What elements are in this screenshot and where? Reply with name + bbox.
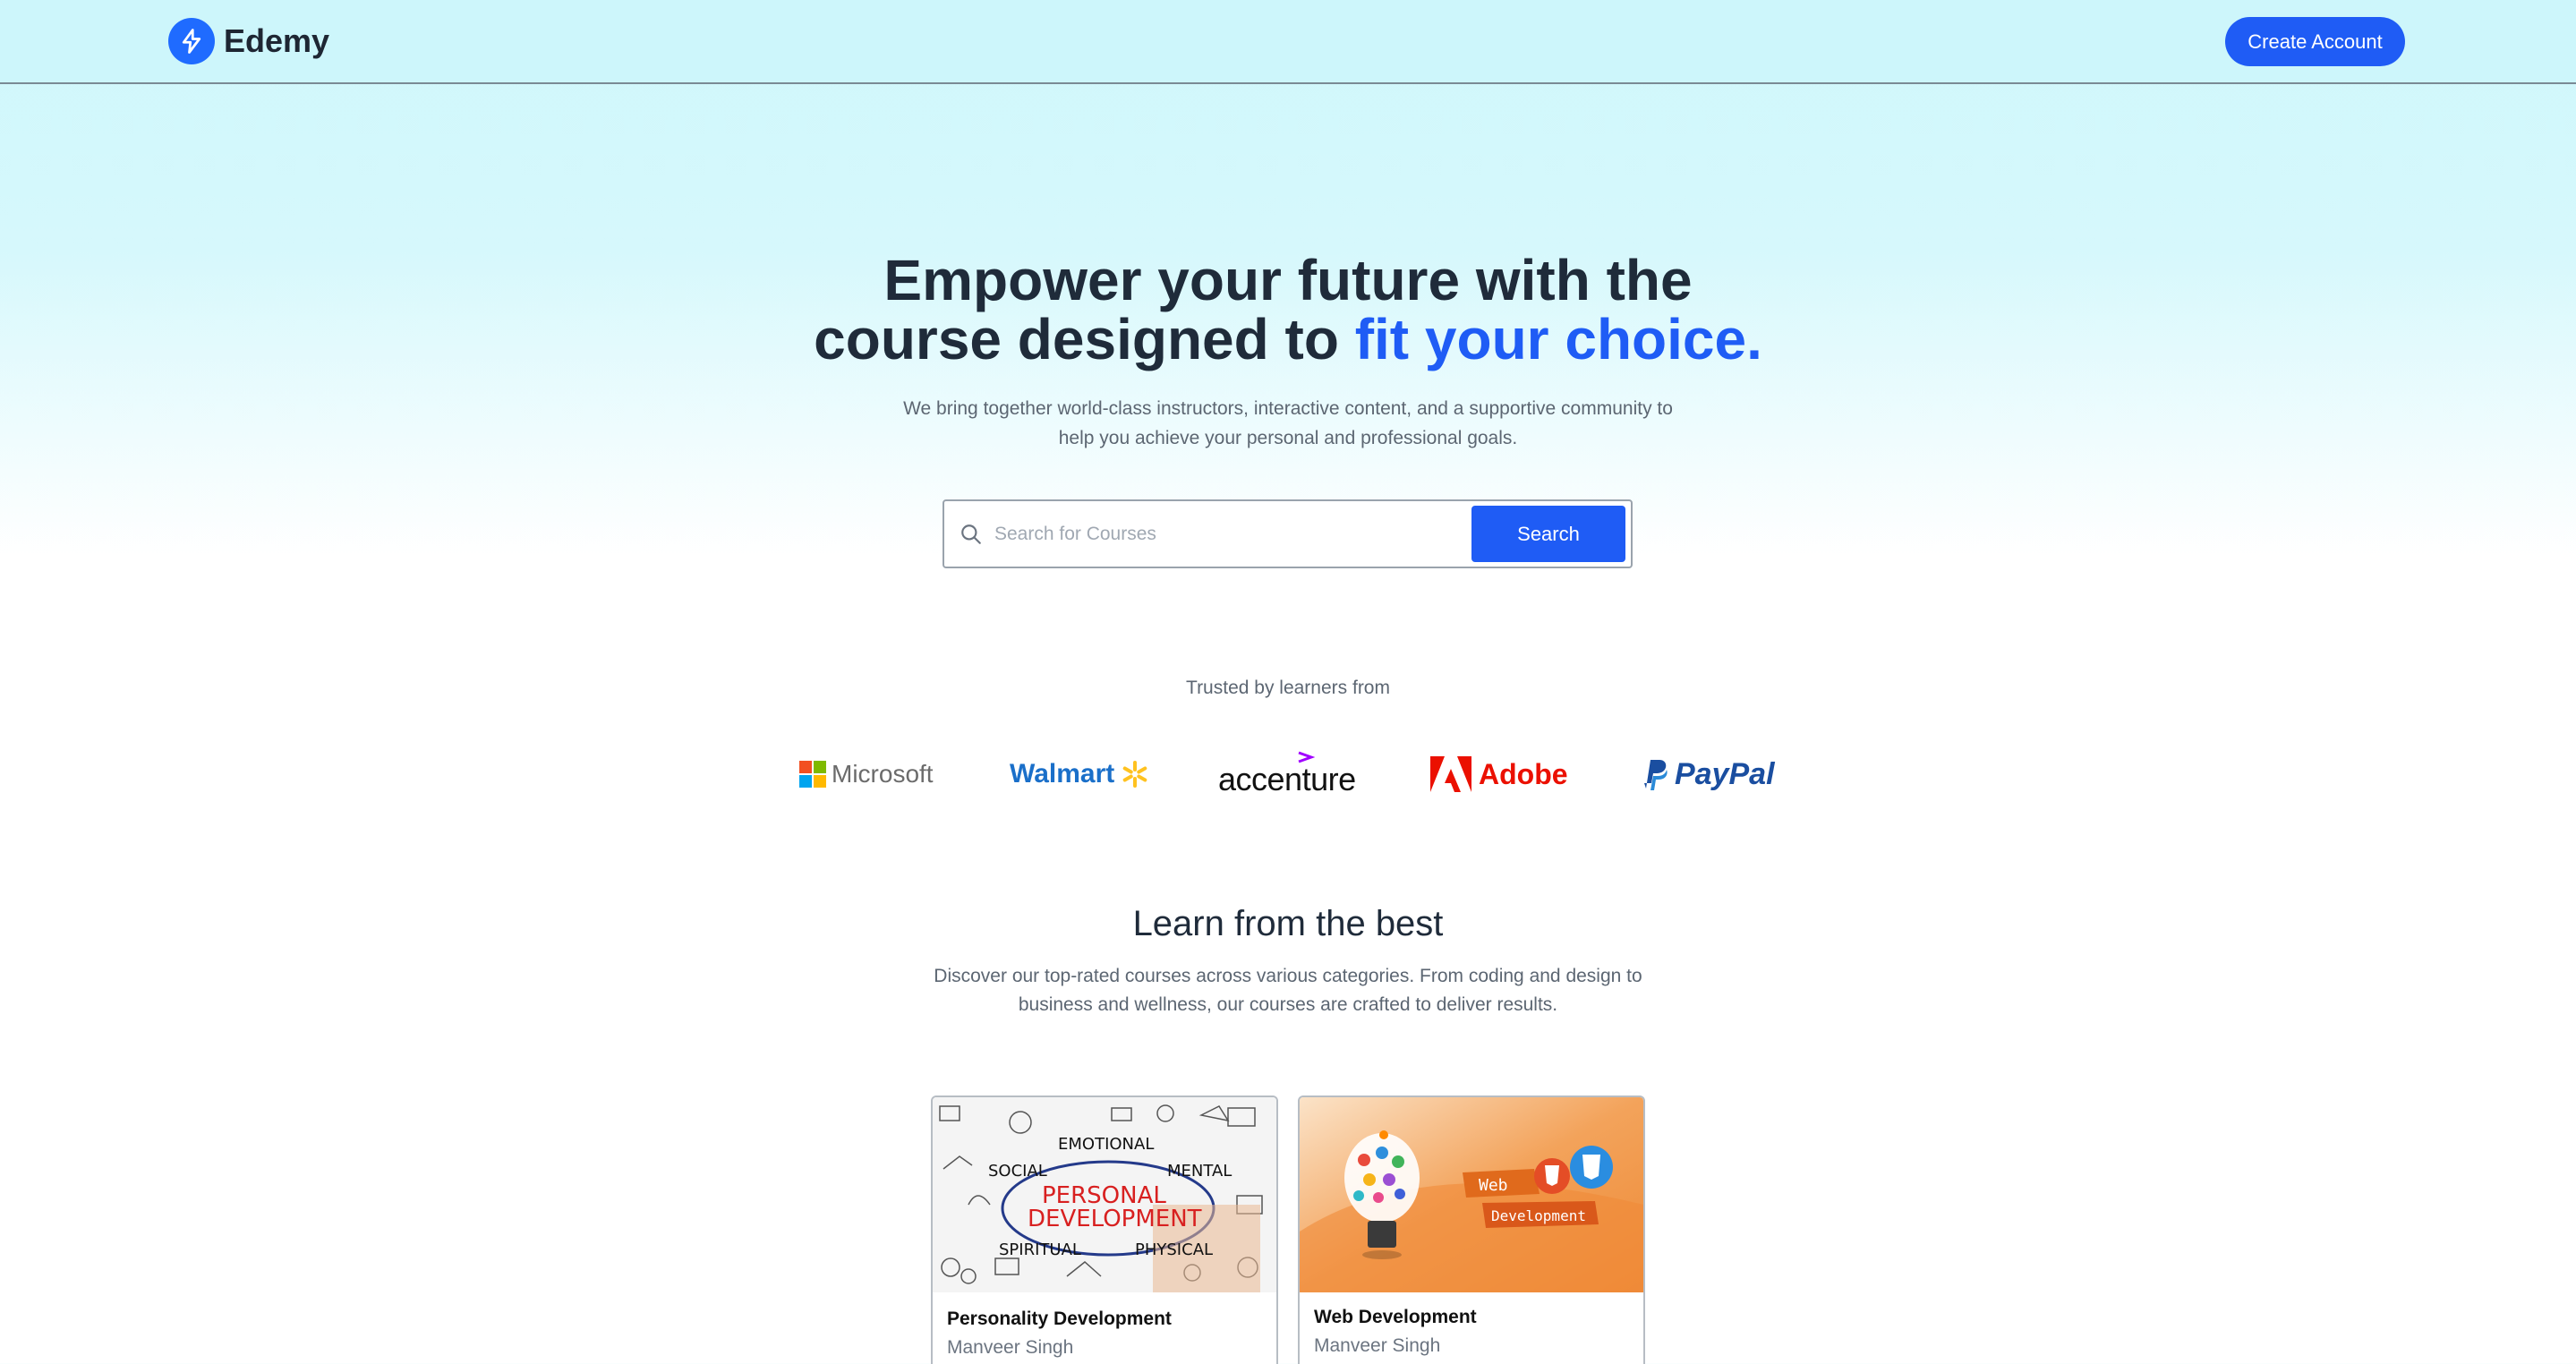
svg-text:SOCIAL: SOCIAL: [988, 1162, 1047, 1181]
bolt-logo-icon: [168, 18, 215, 64]
course-author: Manveer Singh: [947, 1337, 1074, 1358]
microsoft-name: Microsoft: [832, 760, 934, 788]
top-nav: Edemy Create Account: [0, 0, 2576, 84]
accenture-arrow-icon: [1298, 751, 1315, 763]
course-title[interactable]: Web Development: [1314, 1307, 1477, 1328]
microsoft-squares-icon: [799, 761, 826, 788]
brand-logo[interactable]: Edemy: [168, 18, 329, 64]
course-thumbnail-personality: EMOTIONAL SOCIAL MENTAL PERSONAL DEVELOP…: [933, 1097, 1276, 1292]
adobe-name: Adobe: [1479, 757, 1568, 790]
hero-subtitle-line1: We bring together world-class instructor…: [903, 398, 1673, 419]
svg-text:DEVELOPMENT: DEVELOPMENT: [1028, 1206, 1202, 1232]
personality-development-image: EMOTIONAL SOCIAL MENTAL PERSONAL DEVELOP…: [933, 1097, 1276, 1292]
hero-subtitle: We bring together world-class instructor…: [885, 394, 1691, 453]
svg-text:SPIRITUAL: SPIRITUAL: [999, 1240, 1081, 1259]
search-button[interactable]: Search: [1471, 506, 1625, 562]
paypal-name: PayPal: [1675, 756, 1775, 791]
hero-title-plain: course designed to: [814, 307, 1355, 371]
course-card[interactable]: EMOTIONAL SOCIAL MENTAL PERSONAL DEVELOP…: [931, 1095, 1278, 1364]
svg-text:Web: Web: [1479, 1176, 1508, 1195]
learn-subtitle-line2: business and wellness, our courses are c…: [1018, 994, 1558, 1015]
brand-name: Edemy: [224, 22, 330, 59]
accenture-logo: accenture: [1218, 751, 1356, 806]
create-account-button[interactable]: Create Account: [2225, 17, 2405, 66]
search-input[interactable]: [994, 514, 1460, 555]
learn-subtitle-line1: Discover our top-rated courses across va…: [934, 966, 1642, 986]
course-thumbnail-web: Web Development: [1300, 1097, 1643, 1292]
svg-text:MENTAL: MENTAL: [1167, 1162, 1232, 1181]
search-bar: Search: [943, 499, 1633, 568]
course-title[interactable]: Personality Development: [947, 1309, 1172, 1330]
hero-title: Empower your future with the course desi…: [0, 251, 2576, 369]
learn-section-subtitle: Discover our top-rated courses across va…: [903, 962, 1673, 1019]
hero-subtitle-line2: help you achieve your personal and profe…: [1058, 428, 1518, 448]
microsoft-logo: Microsoft: [799, 747, 934, 801]
svg-text:PHYSICAL: PHYSICAL: [1135, 1240, 1213, 1259]
accenture-name: accenture: [1218, 761, 1356, 797]
walmart-name: Walmart: [1010, 759, 1115, 789]
course-author: Manveer Singh: [1314, 1335, 1441, 1356]
walmart-spark-icon: [1122, 761, 1147, 788]
paypal-logo: PayPal: [1641, 747, 1775, 801]
svg-text:Development: Development: [1491, 1207, 1586, 1224]
search-icon: [960, 523, 983, 550]
trusted-label: Trusted by learners from: [1186, 678, 1390, 698]
adobe-logo: Adobe: [1430, 747, 1568, 801]
company-logos: Microsoft Walmart accenture Adobe PayPal: [0, 747, 2576, 801]
walmart-logo: Walmart: [1010, 747, 1150, 801]
svg-text:EMOTIONAL: EMOTIONAL: [1058, 1135, 1154, 1154]
hero-title-line2: course designed to fit your choice.: [0, 310, 2576, 369]
hero-title-accent: fit your choice.: [1354, 307, 1762, 371]
adobe-a-icon: [1430, 756, 1471, 792]
hero-title-line1: Empower your future with the: [883, 248, 1693, 312]
paypal-p-icon: [1644, 760, 1668, 790]
web-development-image: Web Development: [1300, 1097, 1643, 1292]
course-card[interactable]: Web Development Web Development Manveer …: [1298, 1095, 1645, 1364]
learn-section-title: Learn from the best: [1132, 904, 1444, 943]
